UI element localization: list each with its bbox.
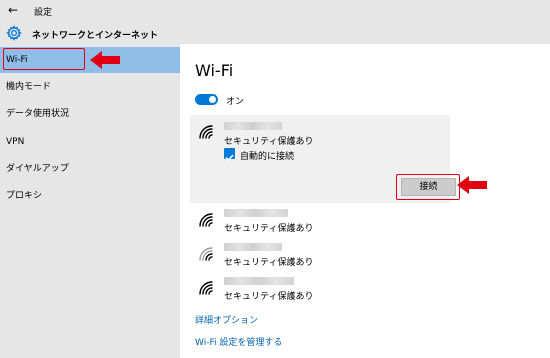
sidebar-item-data-usage[interactable]: データ使用状況	[0, 101, 180, 127]
network-security-label: セキュリティ保護あり	[224, 292, 314, 302]
network-name-redacted	[224, 277, 294, 285]
network-security-label: セキュリティ保護あり	[224, 258, 314, 268]
sidebar-item-label: 機内モード	[6, 82, 52, 92]
red-arrow-icon	[90, 51, 120, 69]
annotation-highlight-box	[3, 48, 85, 70]
wifi-signal-icon	[199, 247, 213, 261]
back-arrow-icon[interactable]: ←	[8, 3, 18, 17]
wifi-signal-icon	[199, 125, 213, 139]
sidebar-item-proxy[interactable]: プロキシ	[0, 183, 180, 209]
sidebar-item-airplane-mode[interactable]: 機内モード	[0, 74, 180, 100]
window-title: 設定	[34, 8, 53, 18]
sidebar-item-dialup[interactable]: ダイヤルアップ	[0, 156, 180, 182]
section-title: Wi-Fi	[195, 61, 234, 80]
title-bar: ← 設定	[0, 0, 550, 22]
sidebar-item-label: VPN	[6, 137, 25, 147]
sidebar: Wi-Fi 機内モード データ使用状況 VPN ダイヤルアップ プロキシ	[0, 44, 180, 358]
sidebar-item-label: プロキシ	[6, 191, 43, 201]
wifi-signal-icon	[199, 213, 213, 227]
network-item-expanded[interactable]: セキュリティ保護あり 自動的に接続 接続	[190, 115, 460, 203]
network-security-label: セキュリティ保護あり	[224, 137, 314, 147]
sidebar-item-label: ダイヤルアップ	[6, 164, 69, 174]
auto-connect-checkbox[interactable]	[224, 148, 235, 162]
manage-wifi-settings-link[interactable]: Wi-Fi 設定を管理する	[195, 335, 282, 348]
network-security-label: セキュリティ保護あり	[224, 224, 314, 234]
auto-connect-label: 自動的に接続	[240, 152, 295, 162]
network-item[interactable]: セキュリティ保護あり	[190, 272, 450, 308]
page-title: ネットワークとインターネット	[32, 31, 159, 41]
gear-icon	[6, 25, 22, 41]
connect-button[interactable]: 接続	[401, 178, 456, 196]
toggle-state-label: オン	[226, 97, 245, 107]
main-panel: Wi-Fi オン セキュリティ保護あり 自動的に接続 接続 セキュリティ保護あり…	[180, 44, 550, 358]
page-header: ネットワークとインターネット	[0, 22, 550, 44]
checkmark-icon	[225, 154, 234, 162]
network-item[interactable]: セキュリティ保護あり	[190, 204, 450, 240]
network-name-redacted	[224, 209, 288, 217]
wifi-toggle[interactable]	[195, 94, 218, 105]
wifi-signal-icon	[199, 281, 213, 295]
toggle-knob	[209, 96, 216, 103]
network-item[interactable]: セキュリティ保護あり	[190, 238, 450, 274]
network-name-redacted	[224, 122, 282, 130]
advanced-options-link[interactable]: 詳細オプション	[195, 313, 258, 326]
network-name-redacted	[224, 243, 282, 251]
sidebar-item-vpn[interactable]: VPN	[0, 129, 180, 155]
red-arrow-icon	[457, 176, 487, 194]
sidebar-item-label: データ使用状況	[6, 109, 70, 119]
